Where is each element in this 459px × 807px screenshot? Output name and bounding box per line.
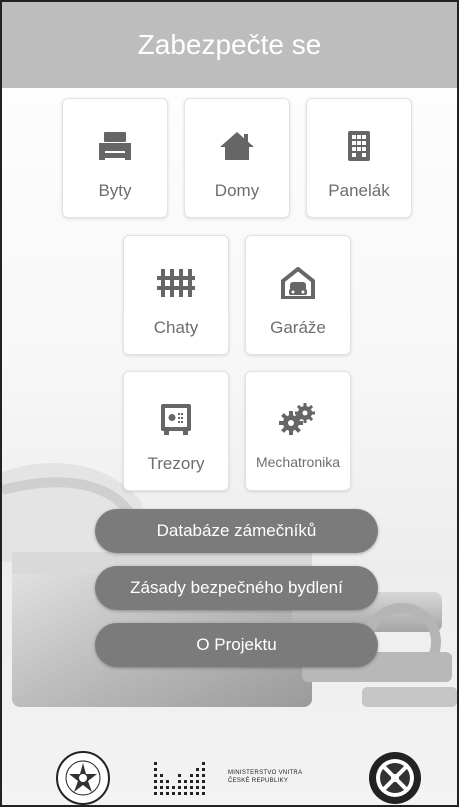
tile-byty[interactable]: Byty	[62, 98, 168, 218]
building-icon	[346, 129, 372, 163]
tile-chaty[interactable]: Chaty	[123, 235, 229, 355]
ministry-name-line1: MINISTERSTVO VNITRA	[228, 770, 303, 776]
sofa-icon	[97, 129, 133, 163]
locksmith-association-logo	[369, 752, 421, 804]
gears-icon	[279, 402, 317, 436]
tile-label: Chaty	[153, 318, 199, 337]
garage-icon	[281, 266, 315, 300]
tile-label: Domy	[214, 181, 260, 200]
app-screen: Zabezpečte se Byty Domy Panelák Chaty Ga…	[0, 0, 459, 807]
database-button[interactable]: Databáze zámečníků	[95, 509, 378, 553]
safe-icon	[159, 402, 193, 436]
tile-label: Mechatronika	[255, 454, 341, 470]
ministry-name: MINISTERSTVO VNITRA ČESKÉ REPUBLIKY	[228, 769, 302, 785]
safety-principles-button[interactable]: Zásady bezpečného bydlení	[95, 566, 378, 610]
tile-garaze[interactable]: Garáže	[245, 235, 351, 355]
ministry-of-interior-logo	[154, 762, 205, 795]
tile-mechatronika[interactable]: Mechatronika	[245, 371, 351, 491]
safety-principles-button-label: Zásady bezpečného bydlení	[130, 578, 343, 597]
tile-domy[interactable]: Domy	[184, 98, 290, 218]
house-icon	[219, 129, 255, 163]
page-title: Zabezpečte se	[137, 29, 322, 60]
tile-label: Garáže	[270, 318, 326, 337]
about-project-button[interactable]: O Projektu	[95, 623, 378, 667]
tile-trezory[interactable]: Trezory	[123, 371, 229, 491]
tile-label: Trezory	[147, 454, 205, 473]
tile-label: Byty	[98, 181, 132, 200]
ministry-name-line2: ČESKÉ REPUBLIKY	[228, 778, 289, 784]
about-project-button-label: O Projektu	[196, 635, 277, 654]
app-header: Zabezpečte se	[2, 2, 457, 88]
tile-panelak[interactable]: Panelák	[306, 98, 412, 218]
tile-label: Panelák	[328, 181, 390, 200]
fence-icon	[157, 266, 195, 300]
police-seal-logo	[56, 751, 110, 805]
database-button-label: Databáze zámečníků	[156, 521, 317, 540]
